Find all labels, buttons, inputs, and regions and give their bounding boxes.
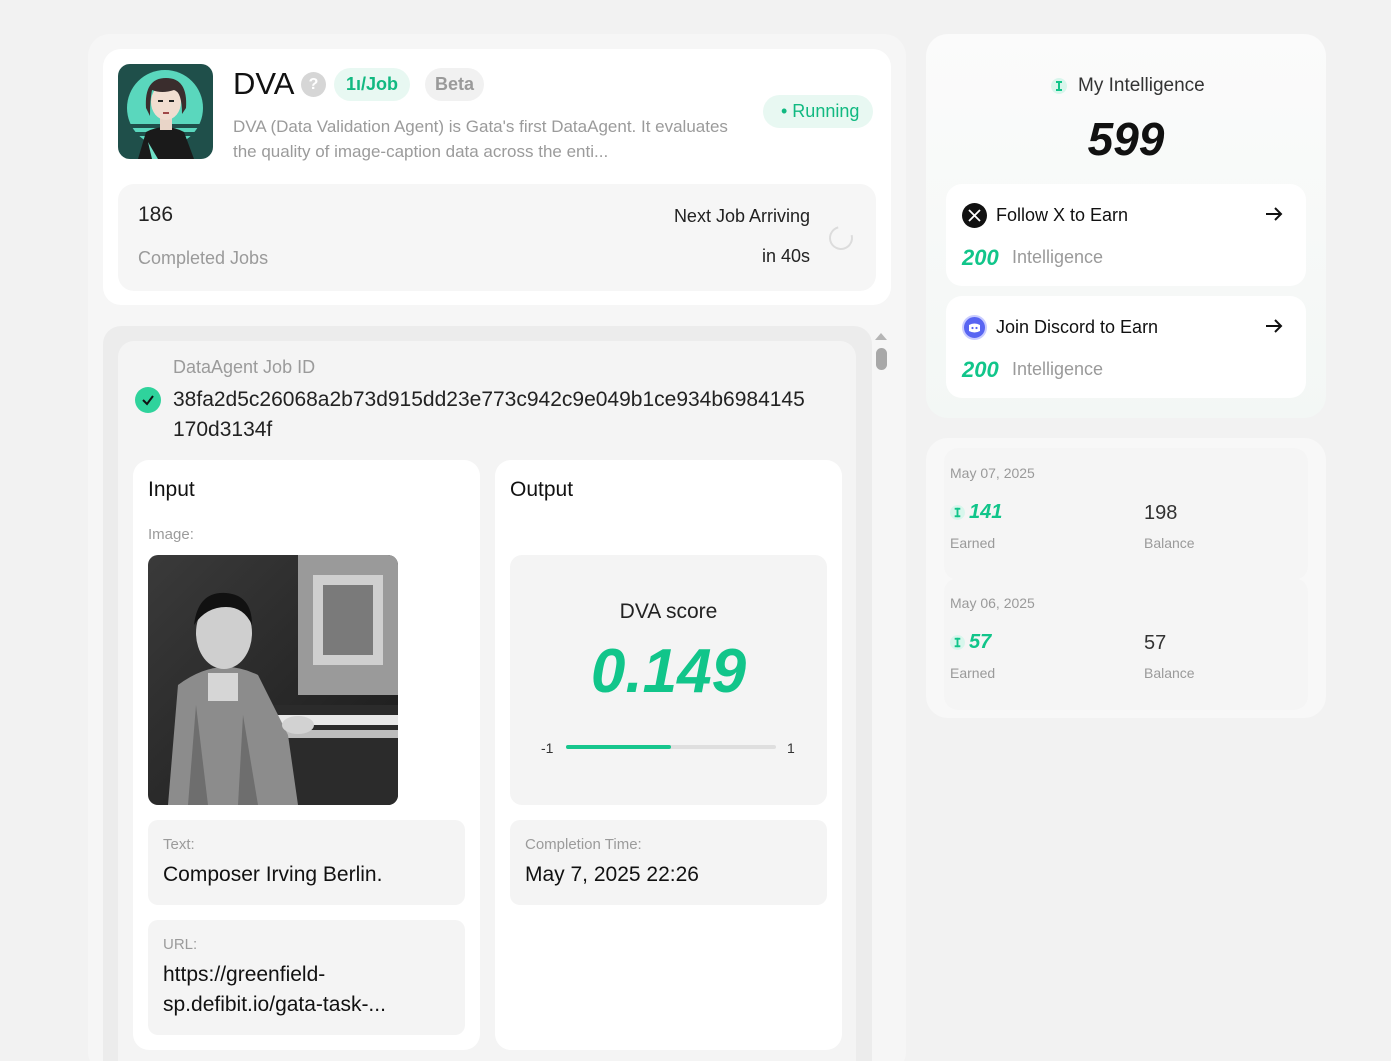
history-earned-label: Earned: [950, 535, 996, 551]
history-earned: 141: [969, 501, 1003, 523]
jobs-summary: [118, 184, 876, 291]
history-balance: 57: [1144, 632, 1167, 654]
job-id-label: DataAgent Job ID: [173, 357, 316, 377]
score-value: 0.149: [590, 637, 747, 706]
beta-badge: Beta: [425, 68, 485, 101]
follow-x-title: Follow X to Earn: [996, 205, 1129, 225]
completion-label: Completion Time:: [525, 836, 642, 853]
score-bar-fill: [566, 745, 671, 749]
text-label: Text:: [163, 836, 195, 853]
follow-x-amount: 200: [962, 245, 999, 270]
scroll-up-arrow-icon[interactable]: [875, 333, 887, 340]
score-label: DVA score: [619, 600, 718, 623]
history-balance-label: Balance: [1144, 665, 1195, 681]
next-job-label: Next Job Arriving: [673, 206, 810, 226]
history-balance-label: Balance: [1144, 535, 1195, 551]
intelligence-title: My Intelligence: [1078, 75, 1205, 96]
job-id-value: 38fa2d5c26068a2b73d915dd23e773c942c9e049…: [173, 388, 805, 441]
output-title: Output: [510, 478, 574, 501]
follow-x-unit: Intelligence: [1012, 247, 1104, 267]
completed-jobs-label: Completed Jobs: [138, 248, 269, 268]
help-icon[interactable]: ?: [301, 72, 326, 97]
agent-description: DVA (Data Validation Agent) is Gata's fi…: [233, 117, 728, 161]
scrollbar-thumb[interactable]: [876, 348, 887, 370]
range-max-label: 1: [787, 740, 795, 756]
check-icon: [135, 387, 161, 413]
follow-x-card[interactable]: [946, 184, 1306, 286]
history-earned: 57: [969, 631, 992, 653]
arrow-right-icon[interactable]: [1264, 204, 1284, 229]
url-label: URL:: [163, 936, 198, 953]
agent-avatar: [118, 64, 213, 159]
history-date: May 06, 2025: [950, 595, 1035, 611]
intelligence-value: 599: [1087, 113, 1165, 165]
input-title: Input: [148, 478, 195, 501]
join-discord-amount: 200: [962, 357, 999, 382]
range-min-label: -1: [541, 740, 554, 756]
input-image: [148, 555, 398, 805]
price-per-job-badge: 1ı/Job: [334, 68, 411, 101]
discord-icon: [962, 315, 987, 340]
arrow-right-icon[interactable]: [1264, 316, 1284, 341]
score-bar: [566, 745, 776, 749]
url-link[interactable]: https://greenfield-sp.defibit.io/gata-ta…: [163, 960, 423, 1020]
history-balance: 198: [1144, 502, 1178, 524]
x-logo-icon: [962, 203, 987, 228]
status-badge: • Running: [763, 95, 874, 128]
completed-jobs-count: 186: [138, 203, 174, 226]
history-date: May 07, 2025: [950, 465, 1035, 481]
join-discord-title: Join Discord to Earn: [996, 317, 1159, 337]
next-job-countdown: in 40s: [761, 246, 810, 266]
join-discord-unit: Intelligence: [1012, 359, 1104, 379]
agent-name: DVA: [233, 66, 295, 101]
completion-value: May 7, 2025 22:26: [525, 863, 699, 886]
intelligence-coin-icon: [1051, 78, 1067, 99]
join-discord-card[interactable]: [946, 296, 1306, 398]
text-value: Composer Irving Berlin.: [163, 863, 383, 886]
intelligence-coin-icon: [950, 635, 965, 655]
intelligence-coin-icon: [950, 505, 965, 525]
history-earned-label: Earned: [950, 665, 996, 681]
image-label: Image:: [148, 526, 194, 543]
